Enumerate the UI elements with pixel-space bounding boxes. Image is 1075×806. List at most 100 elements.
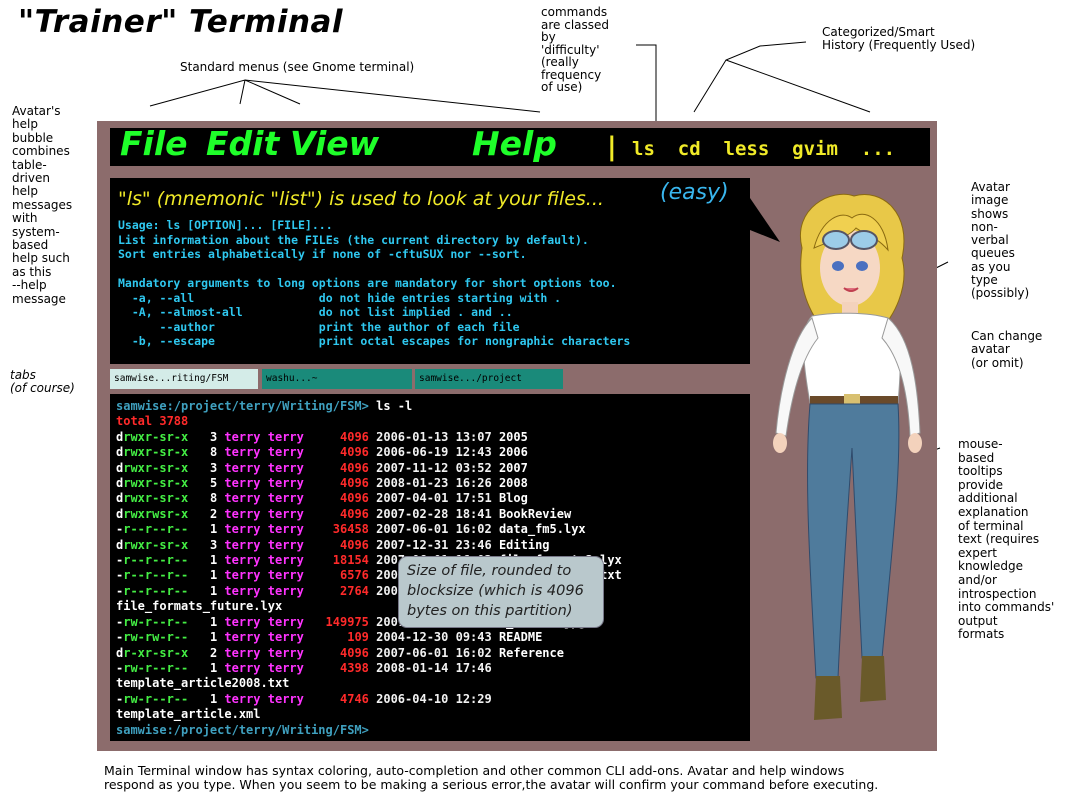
file-date: 2006-06-19 12:43: [368, 445, 499, 460]
menu-view[interactable]: View: [290, 124, 379, 163]
menu-edit[interactable]: Edit: [206, 124, 279, 163]
annotation-tooltips: mouse- based tooltips provide additional…: [958, 437, 1055, 642]
perm-bits: rwxr-sr-x: [123, 476, 189, 491]
link-count: 8: [188, 491, 225, 506]
owner: terry terry: [224, 630, 304, 645]
owner: terry terry: [224, 491, 304, 506]
perm-bits: rwxr-sr-x: [123, 445, 189, 460]
menubar: File Edit View Help | ls cd less gvim ..…: [110, 124, 930, 166]
perm-bits: rwxr-sr-x: [123, 460, 189, 475]
tab-washu[interactable]: washu...~: [262, 369, 412, 389]
file-size: 4746: [303, 691, 369, 706]
avatar-image: [773, 193, 922, 720]
terminal-line: -rw-r--r-- 1 terry terry 4746 2006-04-10…: [116, 692, 622, 707]
tab-project[interactable]: samwise.../project: [415, 369, 563, 389]
file-name: 2008: [498, 476, 528, 491]
command: ls -l: [376, 399, 413, 413]
file-date: 2008-01-14 17:46: [368, 660, 499, 675]
file-name: Reference: [498, 645, 564, 660]
command-history[interactable]: ls cd less gvim ...: [632, 138, 895, 160]
link-count: 1: [188, 630, 225, 645]
link-count: 5: [188, 476, 225, 491]
file-date: 2008-01-23 16:26: [368, 476, 499, 491]
owner: terry terry: [224, 476, 304, 491]
terminal-line: drwxrwsr-x 2 terry terry 4096 2007-02-28…: [116, 507, 622, 522]
file-size: 4398: [303, 660, 369, 675]
file-name: data_fm5.lyx: [498, 522, 586, 537]
owner: terry terry: [224, 645, 304, 660]
terminal-line: dr-xr-sr-x 2 terry terry 4096 2007-06-01…: [116, 646, 622, 661]
file-size: 4096: [303, 476, 369, 491]
perm-bits: rwxrwsr-x: [123, 506, 189, 521]
file-size: 149975: [303, 614, 369, 629]
perm-bits: r--r--r--: [123, 553, 189, 568]
annotation-commands: commands are classed by 'difficulty' (re…: [541, 5, 610, 94]
file-name: BookReview: [498, 506, 572, 521]
terminal-line: total 3788: [116, 414, 622, 429]
annotation-change-avatar: Can change avatar (or omit): [971, 329, 1043, 370]
annotation-tabs: tabs (of course): [10, 368, 75, 395]
file-size: 18154: [303, 553, 369, 568]
menu-help[interactable]: Help: [472, 124, 557, 163]
file-name: 2007: [498, 460, 528, 475]
perm-bits: r--r--r--: [123, 583, 189, 598]
terminal-line: drwxr-sr-x 3 terry terry 4096 2006-01-13…: [116, 430, 622, 445]
link-count: 3: [188, 460, 225, 475]
file-size: 4096: [303, 445, 369, 460]
link-count: 1: [188, 583, 225, 598]
perm-bits: rw-r--r--: [123, 691, 189, 706]
annotation-avatar-image: Avatar image shows non- verbal queues as…: [971, 180, 1030, 301]
owner: terry terry: [224, 460, 304, 475]
link-count: 1: [188, 614, 225, 629]
terminal-line: template_article.xml: [116, 707, 622, 722]
file-name: file_formats_future.lyx: [116, 599, 283, 614]
prompt: samwise:/project/terry/Writing/FSM>: [116, 399, 377, 413]
size-tooltip: Size of file, rounded to blocksize (whic…: [398, 556, 604, 628]
owner: terry terry: [224, 506, 304, 521]
terminal-line: drwxr-sr-x 8 terry terry 4096 2007-04-01…: [116, 491, 622, 506]
annotation-avatar-help: Avatar's help bubble combines table- dri…: [12, 104, 73, 306]
owner: terry terry: [224, 660, 304, 675]
help-bubble: "ls" (mnemonic "list") is used to look a…: [110, 178, 750, 364]
file-date: 2007-11-12 03:52: [368, 460, 499, 475]
annotation-menus: Standard menus (see Gnome terminal): [180, 60, 415, 74]
owner: terry terry: [224, 614, 304, 629]
link-count: 1: [188, 553, 225, 568]
terminal-line: -rw-rw-r-- 1 terry terry 109 2004-12-30 …: [116, 630, 622, 645]
file-date: 2007-02-28 18:41: [368, 506, 499, 521]
file-date: 2007-06-01 16:02: [368, 645, 499, 660]
owner: terry terry: [224, 537, 304, 552]
file-name: template_article.xml: [116, 707, 261, 722]
file-date: 2006-04-10 12:29: [368, 691, 499, 706]
link-count: 1: [188, 691, 225, 706]
file-size: 4096: [303, 460, 369, 475]
link-count: 3: [188, 429, 225, 444]
menubar-separator: |: [604, 132, 620, 162]
terminal-line: template_article2008.txt: [116, 676, 622, 691]
terminal-line: samwise:/project/terry/Writing/FSM> ls -…: [116, 399, 622, 414]
tab-fsm[interactable]: samwise...riting/FSM: [110, 369, 258, 389]
owner: terry terry: [224, 445, 304, 460]
file-name: Blog: [498, 491, 528, 506]
file-name: Editing: [498, 537, 550, 552]
owner: terry terry: [224, 568, 304, 583]
file-size: 36458: [303, 522, 369, 537]
file-size: 2764: [303, 583, 369, 598]
terminal-line: drwxr-sr-x 8 terry terry 4096 2006-06-19…: [116, 445, 622, 460]
terminal-line: drwxr-sr-x 3 terry terry 4096 2007-11-12…: [116, 461, 622, 476]
link-count: 1: [188, 660, 225, 675]
file-size: 4096: [303, 537, 369, 552]
file-size: 109: [303, 630, 369, 645]
annotation-bottom: Main Terminal window has syntax coloring…: [104, 763, 879, 792]
perm-bits: rw-rw-r--: [123, 630, 189, 645]
owner: terry terry: [224, 553, 304, 568]
prompt: samwise:/project/terry/Writing/FSM>: [116, 722, 369, 737]
file-size: 6576: [303, 568, 369, 583]
file-size: 4096: [303, 491, 369, 506]
perm-bits: r--r--r--: [123, 522, 189, 537]
file-date: 2007-04-01 17:51: [368, 491, 499, 506]
help-body: Usage: ls [OPTION]... [FILE]... List inf…: [118, 218, 631, 348]
menu-file[interactable]: File: [120, 124, 188, 163]
terminal-line: samwise:/project/terry/Writing/FSM>: [116, 723, 622, 738]
file-date: 2006-01-13 13:07: [368, 429, 499, 444]
